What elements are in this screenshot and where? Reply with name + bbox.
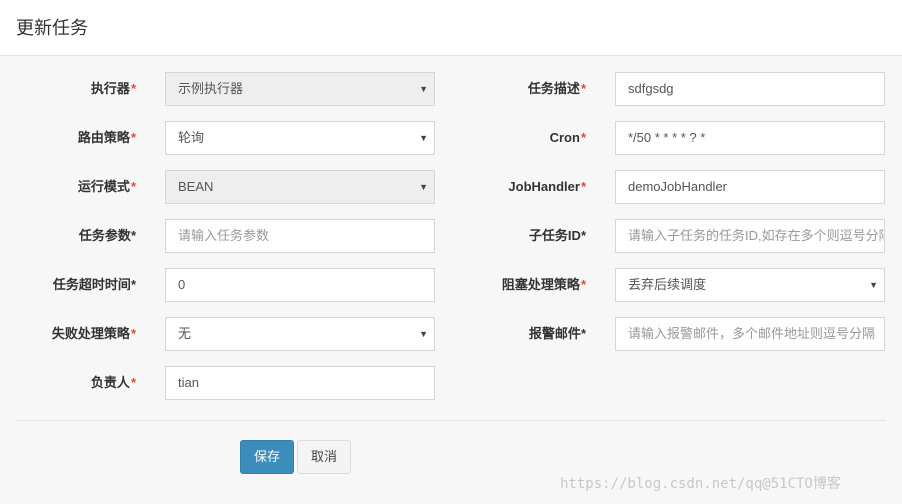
required-mark: * xyxy=(580,130,586,145)
form-row-3: 运行模式* BEAN ▼ JobHandler* demoJobHandler xyxy=(0,170,902,204)
fail-strategy-select[interactable]: 无 ▼ xyxy=(165,317,435,351)
task-desc-label: 任务描述* xyxy=(527,81,586,96)
required-mark: * xyxy=(130,228,136,243)
route-strategy-value: 轮询 xyxy=(178,130,205,145)
executor-select[interactable]: 示例执行器 ▼ xyxy=(165,72,435,106)
block-strategy-select[interactable]: 丢弃后续调度 ▼ xyxy=(615,268,885,302)
task-params-input[interactable]: 请输入任务参数 xyxy=(165,219,435,253)
required-mark: * xyxy=(130,277,136,292)
watermark: https://blog.csdn.net/qq@51CTO博客 xyxy=(560,476,841,492)
required-mark: * xyxy=(580,326,586,341)
block-strategy-value: 丢弃后续调度 xyxy=(628,277,707,292)
child-task-input[interactable]: 请输入子任务的任务ID,如存在多个则逗号分隔 xyxy=(615,219,885,253)
fail-strategy-label: 失败处理策略* xyxy=(51,326,136,341)
form-row-5: 任务超时时间* 0 阻塞处理策略* 丢弃后续调度 ▼ xyxy=(0,268,902,302)
required-mark: * xyxy=(130,326,136,341)
required-mark: * xyxy=(130,130,136,145)
alarm-email-label: 报警邮件* xyxy=(528,326,586,341)
save-button[interactable]: 保存 xyxy=(240,440,294,474)
run-mode-label: 运行模式* xyxy=(77,179,136,194)
required-mark: * xyxy=(580,81,586,96)
task-form: 执行器* 示例执行器 ▼ 任务描述* sdfgsdg 路由策略* 轮询 ▼ Cr… xyxy=(0,56,902,504)
owner-input[interactable]: tian xyxy=(165,366,435,400)
cancel-button[interactable]: 取消 xyxy=(297,440,351,474)
child-task-label: 子任务ID* xyxy=(528,228,586,243)
form-row-4: 任务参数* 请输入任务参数 子任务ID* 请输入子任务的任务ID,如存在多个则逗… xyxy=(0,219,902,253)
run-mode-value: BEAN xyxy=(178,179,214,194)
form-row-1: 执行器* 示例执行器 ▼ 任务描述* sdfgsdg xyxy=(0,72,902,106)
cron-label: Cron* xyxy=(549,130,586,145)
fail-strategy-value: 无 xyxy=(178,326,192,341)
caret-down-icon: ▼ xyxy=(419,329,428,339)
route-strategy-select[interactable]: 轮询 ▼ xyxy=(165,121,435,155)
owner-label: 负责人* xyxy=(90,375,136,390)
timeout-input[interactable]: 0 xyxy=(165,268,435,302)
required-mark: * xyxy=(130,375,136,390)
form-row-7: 负责人* tian xyxy=(0,366,902,400)
form-row-6: 失败处理策略* 无 ▼ 报警邮件* 请输入报警邮件，多个邮件地址则逗号分隔 xyxy=(0,317,902,351)
required-mark: * xyxy=(130,179,136,194)
required-mark: * xyxy=(580,179,586,194)
required-mark: * xyxy=(580,228,586,243)
task-desc-input[interactable]: sdfgsdg xyxy=(615,72,885,106)
job-handler-label: JobHandler* xyxy=(508,179,586,194)
caret-down-icon: ▼ xyxy=(869,280,878,290)
caret-down-icon: ▼ xyxy=(419,84,428,94)
form-row-2: 路由策略* 轮询 ▼ Cron* */50 * * * * ? * xyxy=(0,121,902,155)
caret-down-icon: ▼ xyxy=(419,133,428,143)
alarm-email-input[interactable]: 请输入报警邮件，多个邮件地址则逗号分隔 xyxy=(615,317,885,351)
form-divider xyxy=(16,420,886,421)
block-strategy-label: 阻塞处理策略* xyxy=(501,277,586,292)
timeout-label: 任务超时时间* xyxy=(52,277,136,292)
required-mark: * xyxy=(580,277,586,292)
route-strategy-label: 路由策略* xyxy=(77,130,136,145)
cron-input[interactable]: */50 * * * * ? * xyxy=(615,121,885,155)
caret-down-icon: ▼ xyxy=(419,182,428,192)
modal-title: 更新任务 xyxy=(16,18,88,38)
executor-label: 执行器* xyxy=(90,81,136,96)
required-mark: * xyxy=(130,81,136,96)
run-mode-select[interactable]: BEAN ▼ xyxy=(165,170,435,204)
modal-header: 更新任务 xyxy=(0,0,902,56)
task-params-label: 任务参数* xyxy=(78,228,136,243)
executor-value: 示例执行器 xyxy=(178,81,244,96)
job-handler-input[interactable]: demoJobHandler xyxy=(615,170,885,204)
